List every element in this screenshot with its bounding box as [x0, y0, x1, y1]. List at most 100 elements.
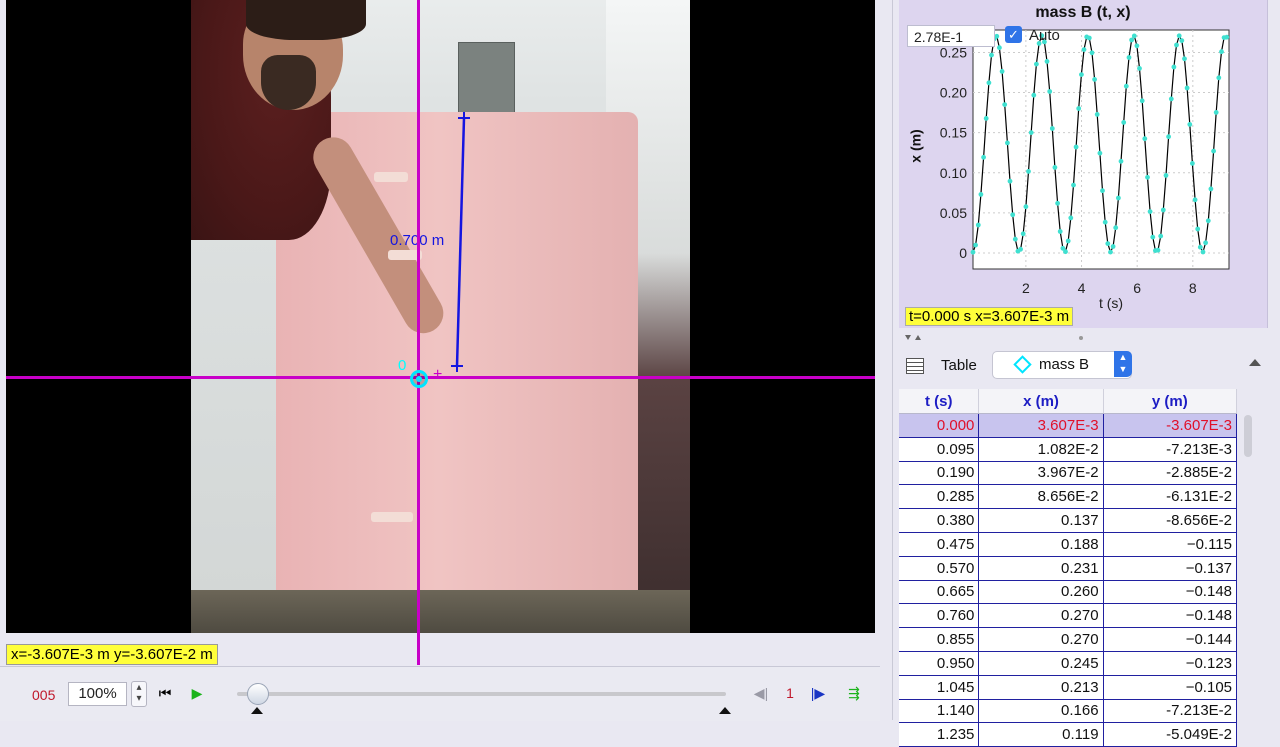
cell-y[interactable]: −0.115 — [1103, 532, 1238, 557]
column-header-x[interactable]: x (m) — [978, 389, 1104, 414]
video-view[interactable]: 0.700 m 0 + — [6, 0, 875, 633]
cell-y[interactable]: −0.144 — [1103, 627, 1238, 652]
cell-x[interactable]: 8.656E-2 — [978, 484, 1104, 510]
play-icon[interactable]: ▶ — [189, 685, 205, 701]
table-scrollbar[interactable] — [1244, 415, 1252, 457]
zoom-field[interactable]: 100% — [68, 682, 127, 706]
data-point — [1129, 37, 1134, 43]
cell-t[interactable]: 0.950 — [899, 651, 980, 676]
table-row[interactable]: 0.380 0.137 -8.656E-2 — [899, 508, 1238, 533]
cell-y[interactable]: -8.656E-2 — [1103, 508, 1238, 533]
axis-tick-icon: + — [433, 366, 443, 383]
table-row[interactable]: 1.140 0.166 -7.213E-2 — [899, 699, 1238, 724]
data-point — [1155, 247, 1161, 253]
table-row[interactable]: 0.285 8.656E-2 -6.131E-2 — [899, 484, 1238, 510]
table-toolbar: Table mass B ▲ ▼ — [899, 346, 1267, 382]
cell-y[interactable]: -5.049E-2 — [1103, 722, 1238, 747]
cell-t[interactable]: 0.760 — [899, 603, 980, 629]
cell-y[interactable]: −0.105 — [1103, 675, 1238, 700]
cell-t[interactable]: 0.855 — [899, 627, 980, 652]
auto-scale-checkbox[interactable]: ✓ — [1005, 26, 1022, 43]
zoom-stepper[interactable]: ▴ ▾ — [131, 681, 147, 707]
data-point — [981, 154, 986, 160]
cell-t[interactable]: 0.190 — [899, 461, 980, 486]
cell-y[interactable]: -2.885E-2 — [1103, 461, 1238, 486]
table-row[interactable]: 0.760 0.270 −0.148 — [899, 603, 1238, 629]
cell-t[interactable]: 0.380 — [899, 508, 980, 533]
table-row[interactable]: 0.000 3.607E-3 -3.607E-3 — [899, 413, 1238, 438]
cell-x[interactable]: 3.607E-3 — [978, 413, 1104, 438]
split-divider[interactable] — [899, 332, 1267, 344]
cell-y[interactable]: -3.607E-3 — [1103, 413, 1238, 438]
table-row[interactable]: 0.665 0.260 −0.148 — [899, 580, 1238, 605]
step-size[interactable]: 1 — [782, 685, 798, 701]
cell-t[interactable]: 0.285 — [899, 484, 980, 510]
data-point — [1020, 231, 1026, 237]
collapse-arrow-icon[interactable] — [1249, 359, 1261, 366]
data-table[interactable]: t (s) x (m) y (m) 0.000 3.607E-3 -3.607E-3… — [899, 389, 1238, 747]
cell-y[interactable]: −0.148 — [1103, 580, 1238, 605]
cell-y[interactable]: −0.137 — [1103, 556, 1238, 581]
cell-x[interactable]: 0.270 — [978, 627, 1104, 652]
cell-t[interactable]: 0.000 — [899, 413, 980, 438]
column-header-t[interactable]: t (s) — [899, 389, 980, 414]
plot-area — [972, 29, 1230, 270]
cell-x[interactable]: 0.260 — [978, 580, 1104, 605]
data-point — [989, 52, 994, 58]
cell-t[interactable]: 0.570 — [899, 556, 980, 581]
data-point — [1031, 92, 1037, 98]
cell-x[interactable]: 0.119 — [978, 722, 1104, 747]
track-selector[interactable]: mass B ▲ ▼ — [992, 351, 1132, 379]
step-forward-icon[interactable]: |▶ — [810, 685, 826, 701]
frame-number[interactable]: 005 — [32, 687, 55, 703]
cell-x[interactable]: 0.213 — [978, 675, 1104, 700]
cell-x[interactable]: 0.231 — [978, 556, 1104, 581]
cell-t[interactable]: 1.045 — [899, 675, 980, 700]
cell-x[interactable]: 0.188 — [978, 532, 1104, 557]
cell-y[interactable]: -7.213E-3 — [1103, 437, 1238, 462]
data-point — [1205, 218, 1211, 224]
loop-icon[interactable]: ⇶ — [846, 685, 862, 701]
table-row[interactable]: 0.095 1.082E-2 -7.213E-3 — [899, 437, 1238, 462]
x-axis-label: t (s) — [1099, 295, 1123, 311]
cell-t[interactable]: 0.475 — [899, 532, 980, 557]
plot-y-axis-label[interactable]: x (m) — [908, 129, 924, 162]
tape-measure[interactable] — [6, 0, 875, 633]
cell-t[interactable]: 1.140 — [899, 699, 980, 724]
step-back-icon[interactable]: ◀| — [753, 685, 769, 701]
start-marker-icon[interactable] — [251, 707, 263, 714]
cell-t[interactable]: 1.235 — [899, 722, 980, 747]
reset-icon[interactable]: ⏮ — [157, 685, 173, 701]
data-point — [1102, 219, 1108, 225]
plot-title[interactable]: mass B (t, x) — [899, 4, 1267, 22]
frame-slider-thumb[interactable] — [246, 683, 269, 705]
cell-t[interactable]: 0.095 — [899, 437, 980, 462]
data-point — [1097, 150, 1103, 156]
plot-view[interactable]: 2 4 6 8 0 0.05 0.10 0.15 0.20 0.25 t (s) mass B (t… — [899, 0, 1268, 328]
frame-slider-track[interactable] — [237, 692, 726, 696]
end-marker-icon[interactable] — [719, 707, 731, 714]
cell-x[interactable]: 0.137 — [978, 508, 1104, 533]
cell-y[interactable]: -7.213E-2 — [1103, 699, 1238, 724]
table-row[interactable]: 0.855 0.270 −0.144 — [899, 627, 1238, 652]
data-point — [1174, 42, 1179, 48]
table-row[interactable]: 0.570 0.231 −0.137 — [899, 556, 1238, 581]
cell-x[interactable]: 0.245 — [978, 651, 1104, 676]
table-row[interactable]: 1.045 0.213 −0.105 — [899, 675, 1238, 700]
cell-x[interactable]: 1.082E-2 — [978, 437, 1104, 462]
table-row[interactable]: 0.475 0.188 −0.115 — [899, 532, 1238, 557]
cell-t[interactable]: 0.665 — [899, 580, 980, 605]
column-header-y[interactable]: y (m) — [1103, 389, 1238, 414]
table-row[interactable]: 1.235 0.119 -5.049E-2 — [899, 722, 1238, 747]
select-arrows-icon[interactable]: ▲ ▼ — [1114, 351, 1132, 377]
table-row[interactable]: 0.190 3.967E-2 -2.885E-2 — [899, 461, 1238, 486]
cell-x[interactable]: 3.967E-2 — [978, 461, 1104, 486]
cell-y[interactable]: -6.131E-2 — [1103, 484, 1238, 510]
coordinate-axis-y[interactable] — [417, 0, 420, 633]
table-row[interactable]: 0.950 0.245 −0.123 — [899, 651, 1238, 676]
cell-y[interactable]: −0.123 — [1103, 651, 1238, 676]
cell-x[interactable]: 0.270 — [978, 603, 1104, 629]
plot-scale-field[interactable]: 2.78E-1 — [907, 25, 995, 47]
cell-y[interactable]: −0.148 — [1103, 603, 1238, 629]
cell-x[interactable]: 0.166 — [978, 699, 1104, 724]
